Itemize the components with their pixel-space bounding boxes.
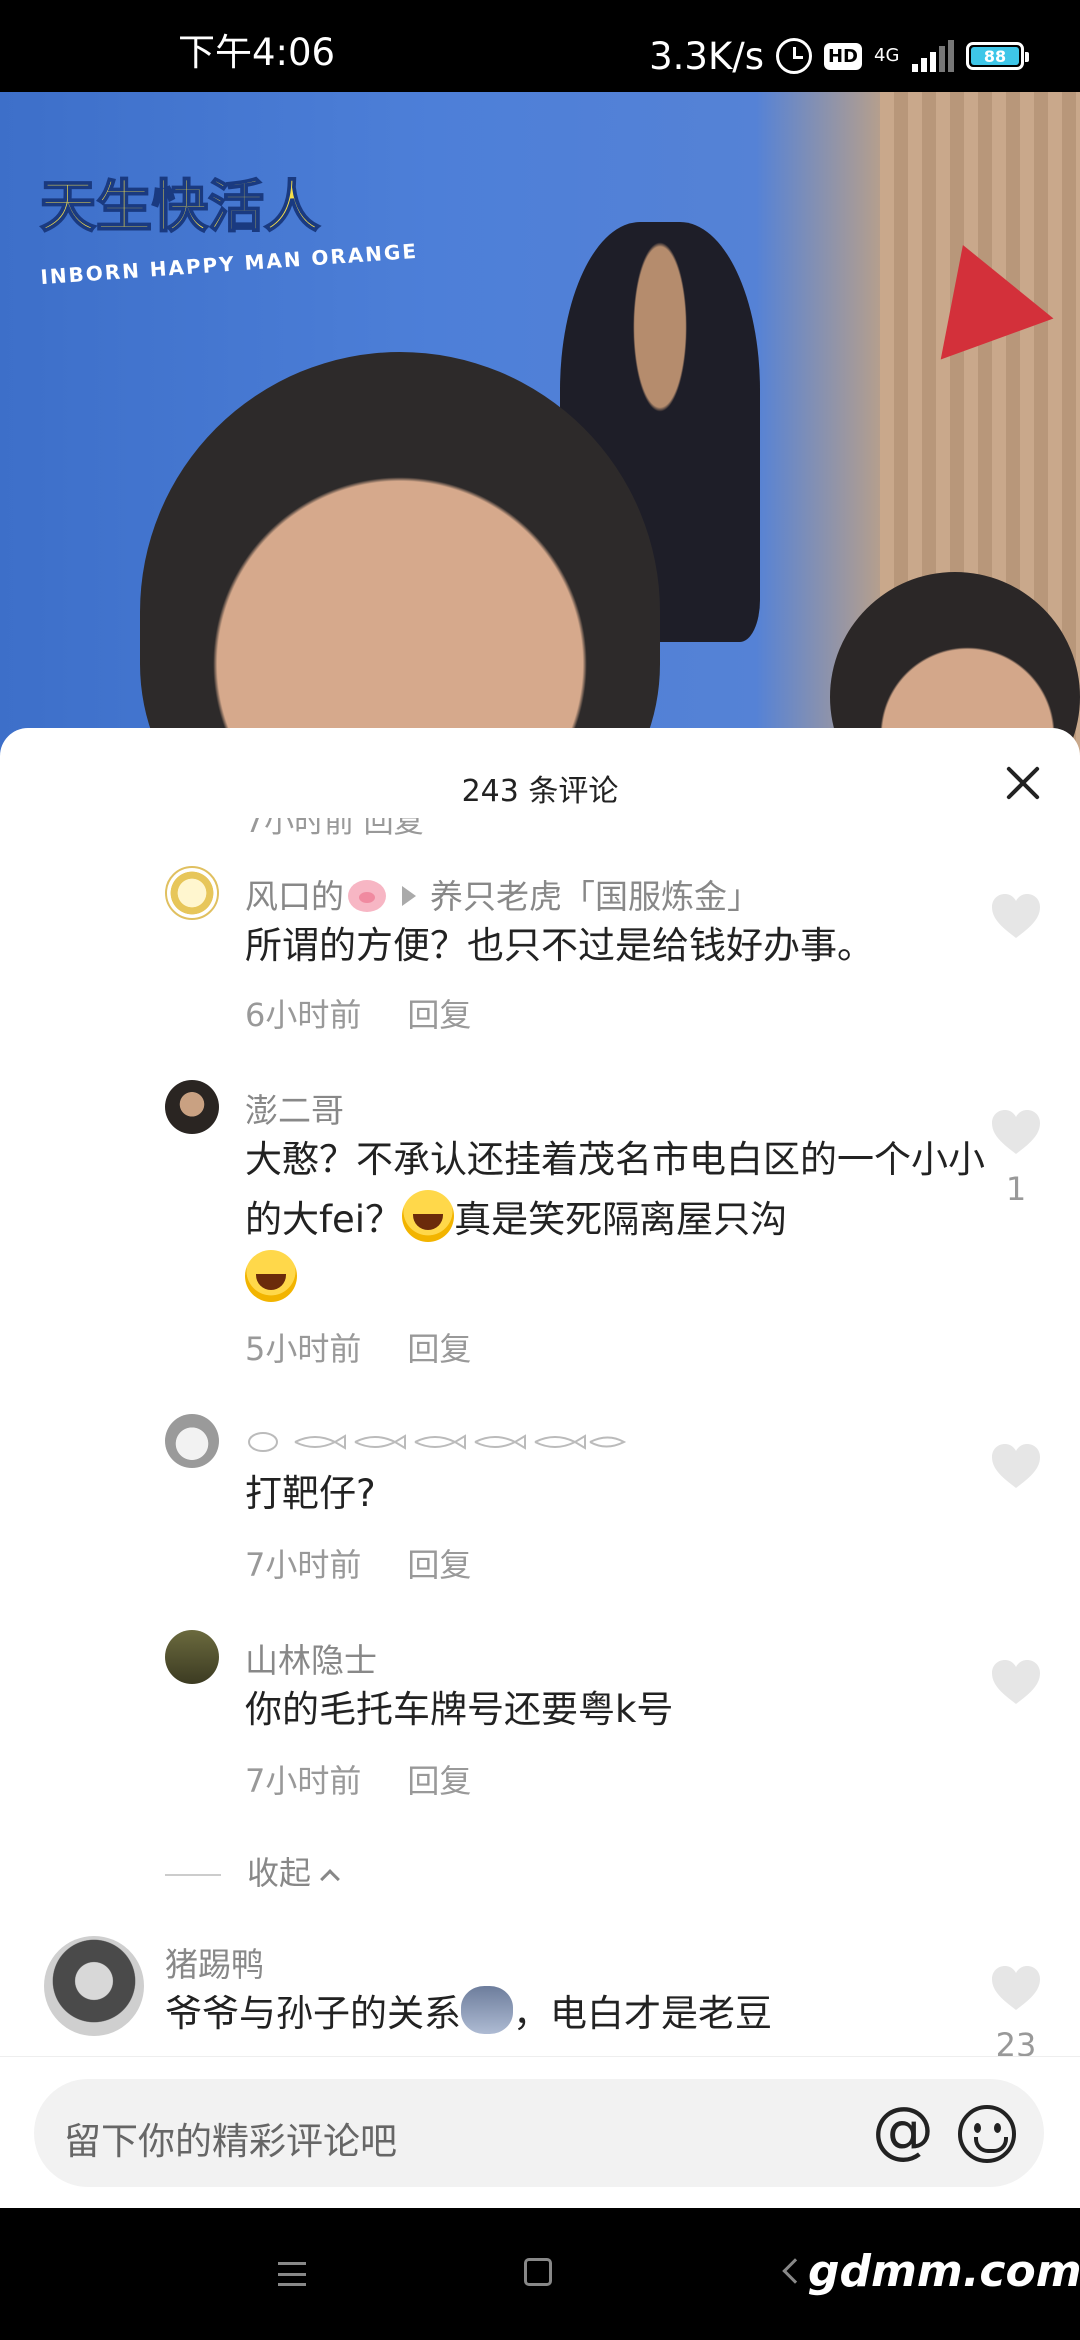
comment-text: 爷爷与孙子的关系 ，电白才是老豆 (165, 1984, 985, 2044)
comment-meta: 7小时前 回复 (245, 1756, 471, 1802)
comment-input-placeholder: 留下你的精彩评论吧 (64, 2120, 397, 2163)
laugh-emoji-icon (245, 1250, 297, 1302)
network-speed: 3.3K/s (649, 34, 764, 78)
battery-icon: 88 (966, 42, 1029, 70)
status-bar: 下午4:06 3.3K/s HD 4G 88 (0, 0, 1080, 92)
hd-badge: HD (823, 42, 862, 70)
network-type: 4G (874, 45, 900, 66)
heart-icon (992, 894, 1040, 938)
like-button[interactable] (990, 892, 1042, 940)
comment-text-part: 真是笑死隔离屋只沟 (454, 1198, 788, 1241)
back-icon[interactable] (782, 2258, 808, 2284)
comment-count-title: 243 条评论 (461, 774, 619, 809)
avatar[interactable] (44, 1936, 144, 2036)
comment-author-name[interactable]: 猪踢鸭 (165, 1938, 264, 1986)
comment-author[interactable] (245, 1420, 635, 1459)
heart-icon (992, 1110, 1040, 1154)
emoji-icon[interactable] (958, 2105, 1016, 2163)
comment-text: 你的毛托车牌号还要粤k号 (245, 1688, 674, 1731)
home-icon[interactable] (524, 2258, 552, 2286)
comment-time: 7小时前 (245, 1546, 362, 1584)
avatar[interactable] (165, 866, 219, 920)
reply-arrow-icon (402, 886, 416, 906)
comment-meta: 5小时前 回复 (245, 1324, 471, 1370)
like-count: 1 (1005, 1170, 1027, 1208)
fish-name-art-icon (248, 1431, 627, 1452)
menu-icon[interactable] (278, 2262, 306, 2286)
reply-button[interactable]: 回复 (407, 1546, 471, 1584)
status-time: 下午4:06 (178, 31, 336, 74)
alarm-icon (775, 38, 812, 74)
heart-icon (992, 1966, 1040, 2010)
laugh-emoji-icon (402, 1190, 455, 1242)
collapse-label: 收起 (247, 1854, 312, 1892)
comment-input[interactable]: 留下你的精彩评论吧 @ (34, 2079, 1044, 2187)
reply-button[interactable]: 回复 (407, 1330, 471, 1368)
video-logo-subtitle: INBORN HAPPY MAN ORANGE (39, 238, 419, 290)
comment-meta: 7小时前 回复 (245, 1540, 471, 1586)
avatar[interactable] (165, 1080, 219, 1134)
close-icon[interactable] (1004, 764, 1042, 802)
signal-icon (912, 40, 954, 72)
comment-text: 所谓的方便？也只不过是给钱好办事。 (245, 924, 874, 967)
chevron-up-icon (320, 1869, 340, 1889)
like-button[interactable] (990, 1108, 1042, 1156)
comment-text: 打靶仔? (245, 1472, 376, 1515)
comment-author-name[interactable]: 山林隐士 (245, 1634, 377, 1682)
status-icons: 3.3K/s HD 4G 88 (649, 34, 1029, 78)
heart-icon (992, 1660, 1040, 1704)
reply-button[interactable]: 回复 (407, 996, 471, 1034)
watermark: gdmm.com (808, 2246, 1080, 2297)
comment-meta: 6小时前 回复 (245, 990, 471, 1036)
mention-button[interactable]: @ (872, 2099, 934, 2161)
collapse-replies-button[interactable]: 收起 (165, 1848, 340, 1894)
comment-text-part: 爷爷与孙子的关系 (165, 1992, 461, 2035)
comment-time: 5小时前 (245, 1330, 362, 1368)
like-button[interactable] (990, 1442, 1042, 1490)
previous-comment-meta: 7小时前 回复 (245, 818, 424, 840)
comment-author-name: 风口的 (245, 877, 344, 916)
comment-text: 大憨？不承认还挂着茂名市电白区的一个小小的大fei？ 真是笑死隔离屋只沟 (245, 1130, 985, 1310)
comment-sheet: 243 条评论 7小时前 回复 风口的 养只老虎「国服炼金」 所谓的方便？也只不过… (0, 728, 1080, 2208)
like-button[interactable] (990, 1964, 1042, 2012)
comment-time: 7小时前 (245, 1762, 362, 1800)
avatar[interactable] (165, 1414, 219, 1468)
divider (165, 1874, 221, 1876)
heart-icon (992, 1444, 1040, 1488)
pig-emoji-icon (348, 880, 386, 912)
comment-time: 6小时前 (245, 996, 362, 1034)
reply-to-name: 养只老虎「国服炼金」 (430, 877, 760, 916)
system-nav-bar: gdmm.com (0, 2208, 1080, 2340)
comment-input-bar: 留下你的精彩评论吧 @ (0, 2056, 1080, 2208)
video-player[interactable]: 天生快活人 INBORN HAPPY MAN ORANGE (0, 92, 1080, 762)
video-logo-text: 天生快活人 (39, 173, 321, 241)
avatar[interactable] (165, 1630, 219, 1684)
comment-list[interactable]: 7小时前 回复 风口的 养只老虎「国服炼金」 所谓的方便？也只不过是给钱好办事。 … (0, 818, 1080, 2088)
comment-author[interactable]: 风口的 养只老虎「国服炼金」 (245, 870, 760, 918)
comment-author-name[interactable]: 澎二哥 (245, 1084, 344, 1132)
reply-button[interactable]: 回复 (407, 1762, 471, 1800)
dog-emoji-icon (461, 1986, 513, 2034)
comment-text-part: ，电白才是老豆 (513, 1992, 772, 2035)
like-button[interactable] (990, 1658, 1042, 1706)
battery-level: 88 (971, 47, 1019, 66)
